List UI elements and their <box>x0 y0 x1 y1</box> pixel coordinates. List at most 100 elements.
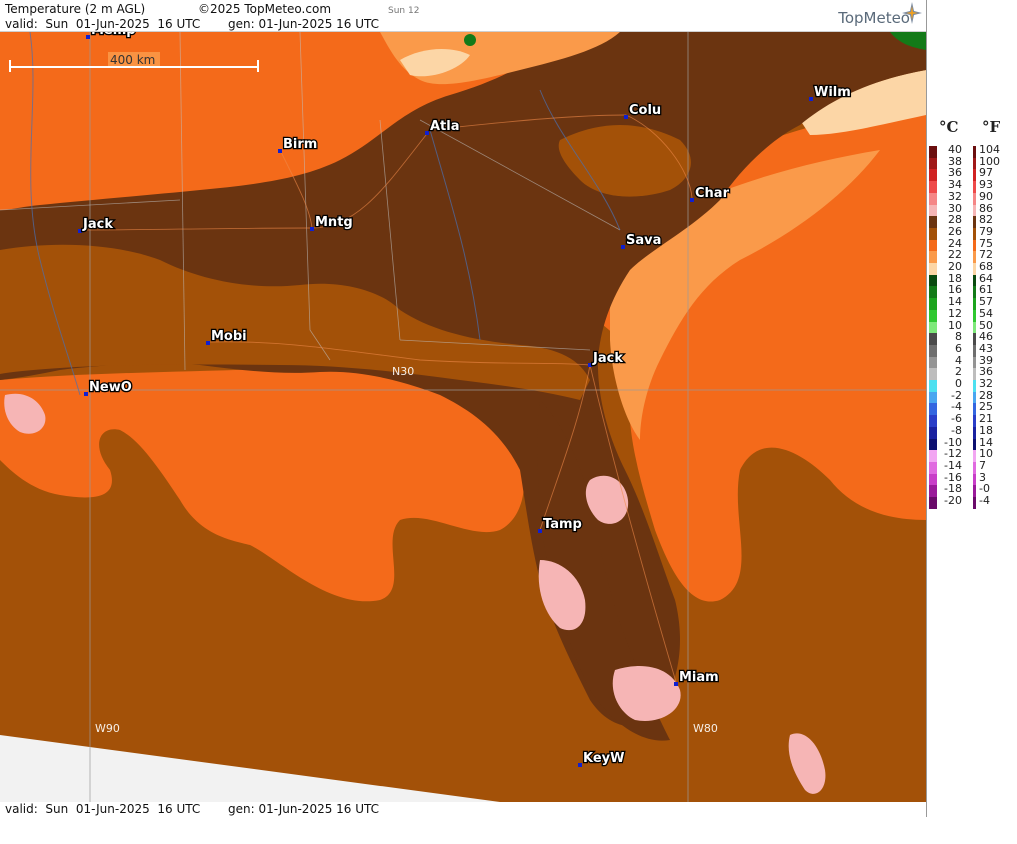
city-dot <box>674 682 678 686</box>
city-label: Mntg <box>315 215 353 230</box>
legend-celsius-value: -20 <box>944 494 962 507</box>
legend-swatch-fahrenheit <box>973 333 976 346</box>
header-bar: Temperature (2 m AGL) ©2025 TopMeteo.com… <box>0 0 926 32</box>
city-tampa[interactable]: Tamp <box>538 516 583 533</box>
city-label: Atla <box>430 119 460 134</box>
legend-swatch-fahrenheit <box>973 157 976 170</box>
legend-swatch-fahrenheit <box>973 251 976 264</box>
city-dot <box>621 245 625 249</box>
city-memphis[interactable]: Memp <box>86 32 137 39</box>
city-new-orleans[interactable]: NewO <box>84 379 133 396</box>
legend-swatch-fahrenheit <box>973 204 976 217</box>
legend-swatch-fahrenheit <box>973 239 976 252</box>
longitude-label-w80: W80 <box>693 722 718 735</box>
legend-swatch-celsius <box>929 298 937 311</box>
city-dot <box>78 229 82 233</box>
map-canvas: 400 km N30 W90 W80 Memp Birm Atla Colu Wilm J… <box>0 32 926 802</box>
legend-swatch-celsius <box>929 274 937 287</box>
day-code: Sun 12 <box>388 6 420 16</box>
topmeteo-logo[interactable]: TopMeteo <box>838 9 910 27</box>
legend-swatch-celsius <box>929 286 937 299</box>
legend-swatch-celsius <box>929 169 937 182</box>
city-dot <box>206 341 210 345</box>
footer-valid-time: valid: Sun 01-Jun-2025 16 UTC <box>5 802 201 816</box>
city-label: Memp <box>91 32 136 38</box>
legend-swatch-fahrenheit <box>973 146 976 158</box>
celsius-header: °C <box>939 118 959 136</box>
valid-time: valid: Sun 01-Jun-2025 16 UTC <box>5 17 201 31</box>
city-atlanta[interactable]: Atla <box>425 118 461 135</box>
city-columbia[interactable]: Colu <box>624 102 662 119</box>
legend-swatch-celsius <box>929 368 937 381</box>
legend-swatch-fahrenheit <box>973 263 976 275</box>
legend-swatch-fahrenheit <box>973 450 976 463</box>
legend-swatch-fahrenheit <box>973 344 976 357</box>
city-mobile[interactable]: Mobi <box>206 328 248 345</box>
legend-swatch-fahrenheit <box>973 227 976 240</box>
city-miami[interactable]: Miam <box>674 669 720 686</box>
city-birmingham[interactable]: Birm <box>278 136 319 153</box>
legend-fahrenheit-value: -4 <box>979 494 990 507</box>
city-label: Birm <box>283 137 317 152</box>
city-dot <box>86 35 90 39</box>
city-label: KeyW <box>583 751 624 766</box>
city-montgomery[interactable]: Mntg <box>310 214 354 231</box>
generated-time: gen: 01-Jun-2025 16 UTC <box>228 17 380 31</box>
city-jacksonville[interactable]: Jack <box>588 350 625 367</box>
legend-swatch-fahrenheit <box>973 497 976 509</box>
legend-swatch-celsius <box>929 263 937 275</box>
city-dot <box>278 149 282 153</box>
temperature-map[interactable]: 400 km N30 W90 W80 Memp Birm Atla Colu Wilm J… <box>0 32 926 802</box>
legend-swatch-celsius <box>929 344 937 357</box>
legend-swatch-celsius <box>929 356 937 369</box>
city-charleston[interactable]: Char <box>690 185 731 202</box>
legend-swatch-celsius <box>929 473 937 486</box>
legend-swatch-fahrenheit <box>973 309 976 322</box>
legend-swatch-fahrenheit <box>973 485 976 498</box>
legend-swatch-celsius <box>929 438 937 451</box>
city-label: Wilm <box>814 85 851 100</box>
legend-swatch-celsius <box>929 309 937 322</box>
scale-bar-label: 400 km <box>110 53 155 67</box>
legend-swatch-fahrenheit <box>973 356 976 369</box>
legend-swatch-fahrenheit <box>973 473 976 486</box>
legend-swatch-celsius <box>929 450 937 463</box>
city-wilmington[interactable]: Wilm <box>809 84 852 101</box>
legend-swatch-celsius <box>929 485 937 498</box>
latitude-label-n30: N30 <box>392 365 414 378</box>
legend-swatch-celsius <box>929 227 937 240</box>
temperature-legend: °C °F 40 104 38 100 36 97 34 93 32 90 30 86 28 82 26 79… <box>926 0 1017 817</box>
legend-swatch-fahrenheit <box>973 368 976 381</box>
green-speck <box>464 34 476 46</box>
compass-star-icon <box>902 2 922 24</box>
city-label: Jack <box>82 217 113 232</box>
fahrenheit-header: °F <box>982 118 1001 136</box>
legend-swatch-fahrenheit <box>973 380 976 392</box>
legend-swatch-fahrenheit <box>973 438 976 451</box>
legend-swatch-fahrenheit <box>973 403 976 416</box>
legend-swatch-celsius <box>929 157 937 170</box>
map-title: Temperature (2 m AGL) <box>5 2 146 16</box>
legend-swatch-fahrenheit <box>973 391 976 404</box>
city-label: Tamp <box>543 517 582 532</box>
legend-swatch-celsius <box>929 391 937 404</box>
legend-swatch-fahrenheit <box>973 169 976 182</box>
city-jackson-ms[interactable]: Jack <box>78 216 115 233</box>
city-dot <box>624 115 628 119</box>
city-label: Char <box>695 186 730 201</box>
footer-bar: valid: Sun 01-Jun-2025 16 UTC gen: 01-Ju… <box>0 802 926 817</box>
city-savannah[interactable]: Sava <box>621 232 663 249</box>
legend-swatch-celsius <box>929 181 937 194</box>
legend-swatch-fahrenheit <box>973 192 976 205</box>
copyright-text: ©2025 TopMeteo.com <box>198 2 332 16</box>
legend-swatch-celsius <box>929 426 937 439</box>
legend-swatch-celsius <box>929 204 937 217</box>
city-label: NewO <box>89 380 132 395</box>
city-key-west[interactable]: KeyW <box>578 750 626 767</box>
city-label: Colu <box>629 103 661 118</box>
city-dot <box>425 131 429 135</box>
city-dot <box>84 392 88 396</box>
footer-generated-time: gen: 01-Jun-2025 16 UTC <box>228 802 380 816</box>
longitude-label-w90: W90 <box>95 722 120 735</box>
legend-swatch-fahrenheit <box>973 321 976 334</box>
